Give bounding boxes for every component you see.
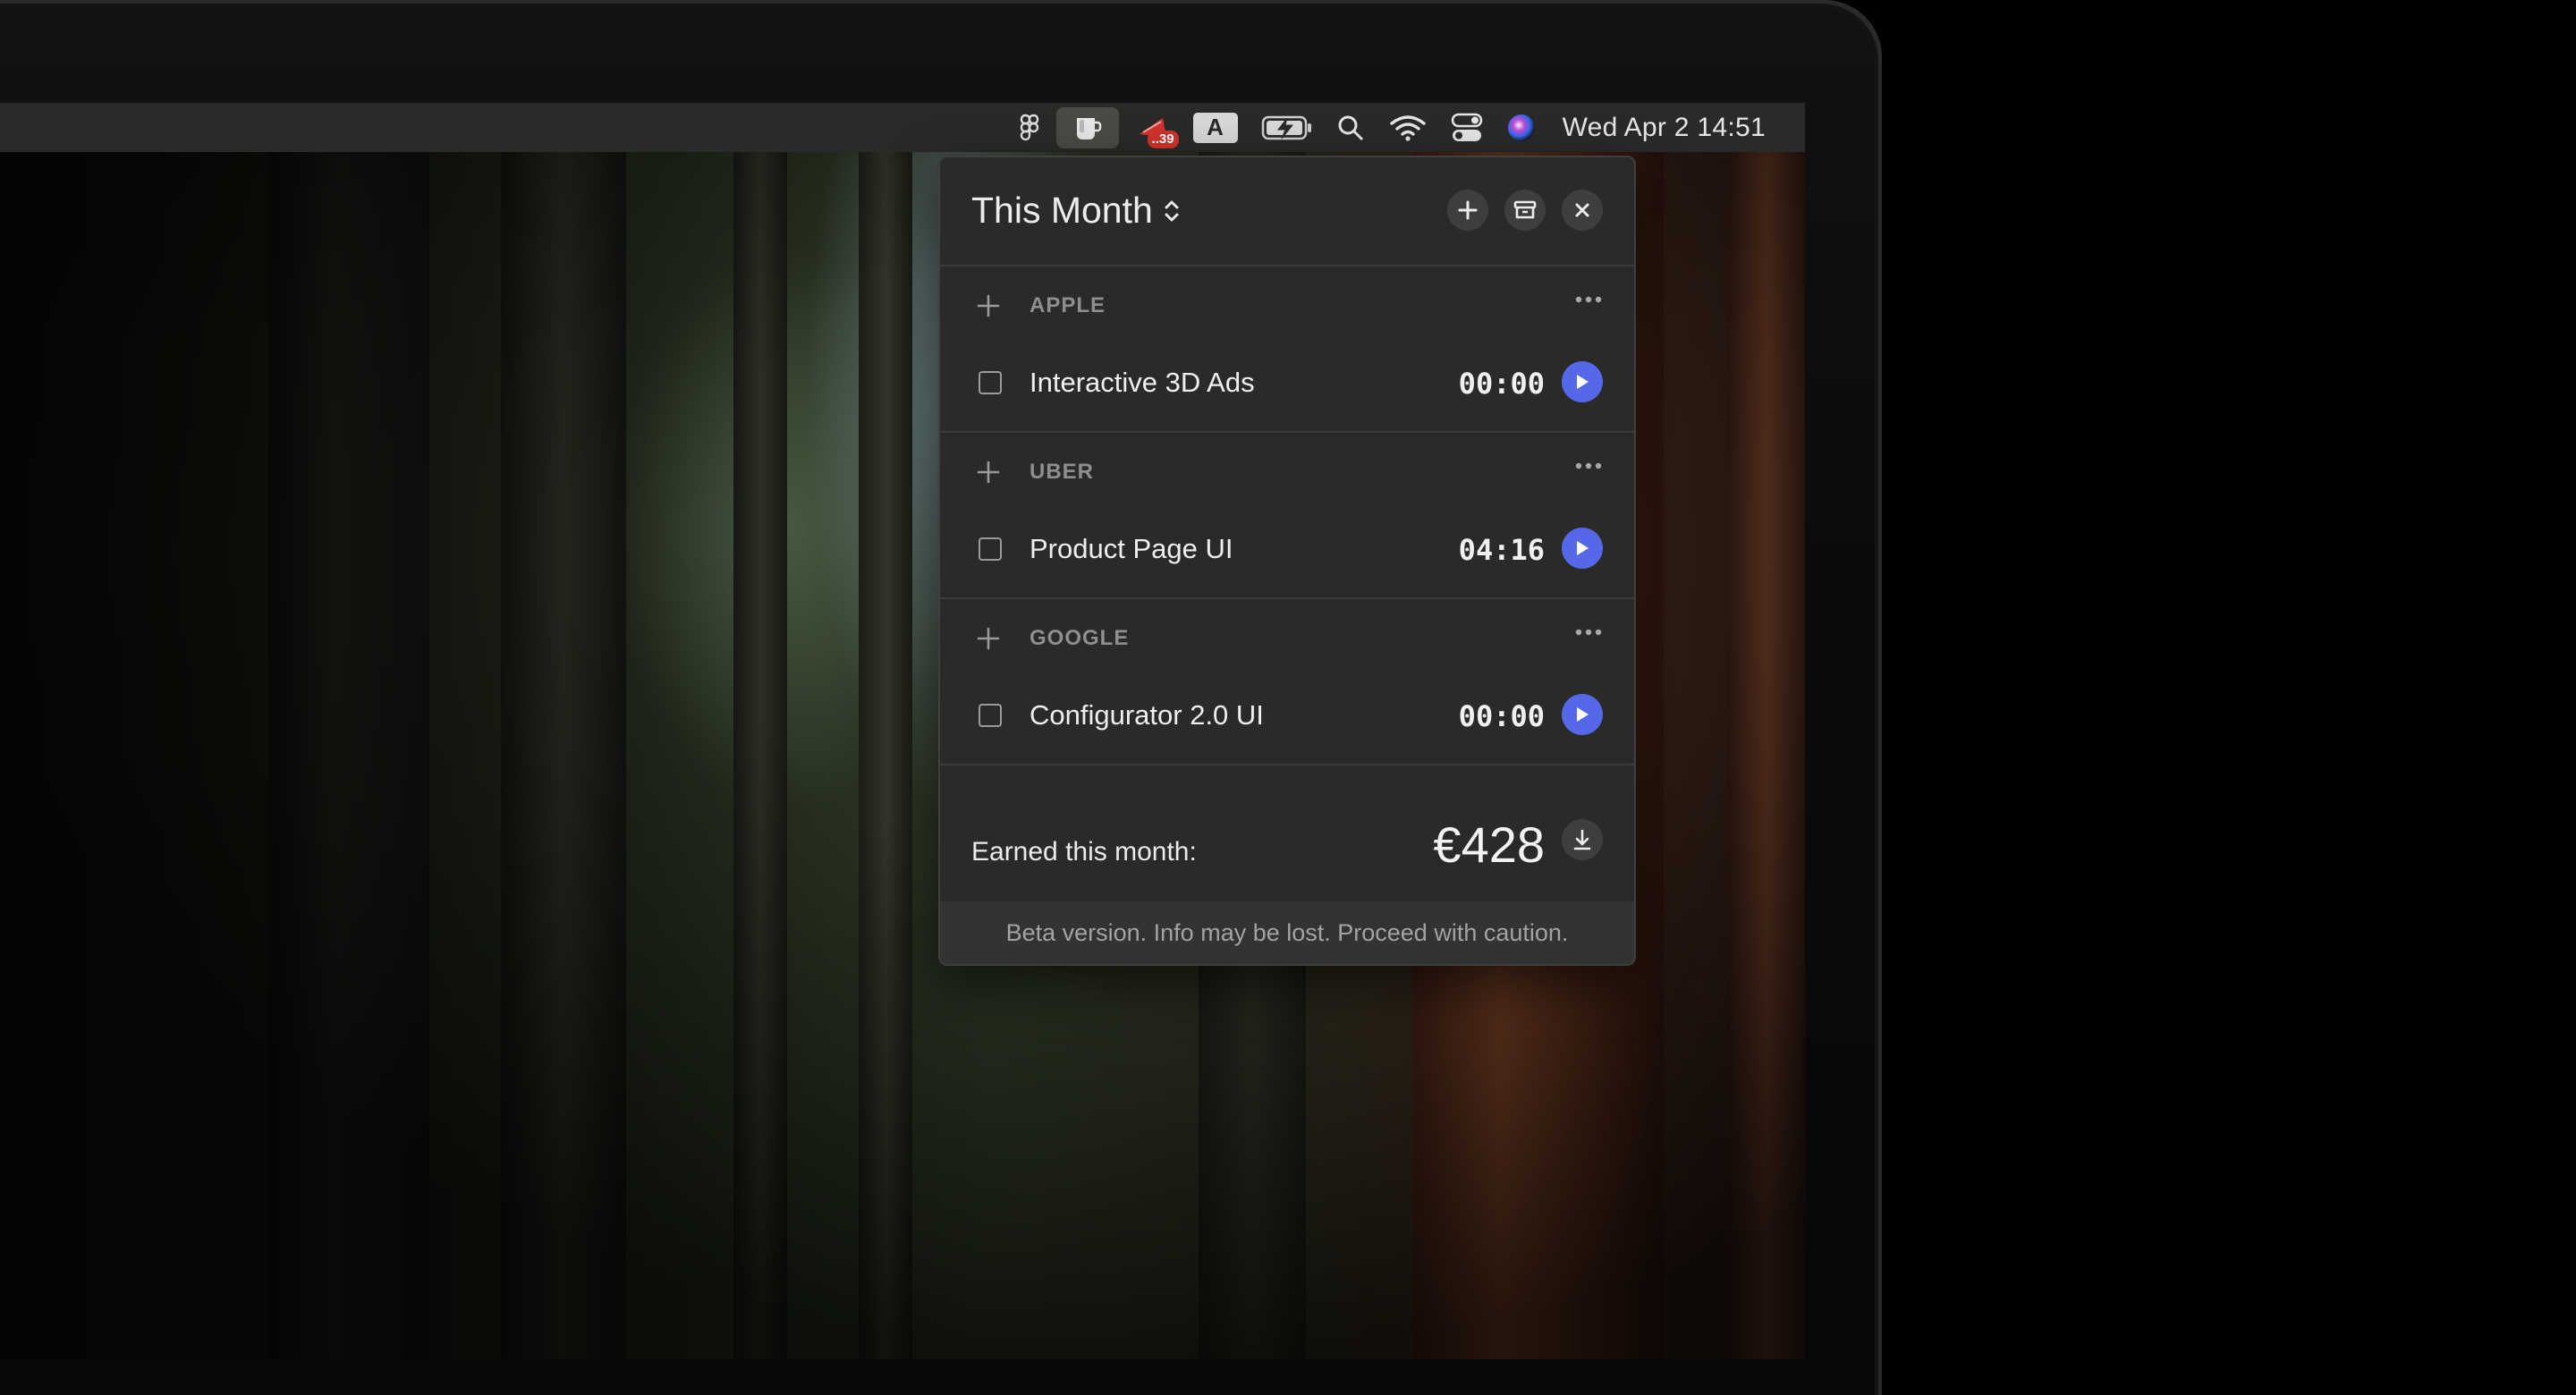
- battery-charging-icon[interactable]: [1261, 103, 1313, 152]
- period-selector[interactable]: This Month: [971, 190, 1182, 232]
- notification-app-icon[interactable]: ..39: [1136, 103, 1179, 152]
- earned-amount: €428: [1433, 816, 1545, 873]
- add-task-plus-icon[interactable]: [976, 626, 1001, 651]
- task-row: Configurator 2.0 UI 00:00: [940, 680, 1634, 760]
- notification-badge: ..39: [1147, 131, 1179, 148]
- period-title: This Month: [971, 190, 1153, 231]
- project-name: GOOGLE: [1030, 626, 1130, 650]
- project-group-uber: UBER Product Page UI 04:16: [940, 433, 1634, 599]
- beta-warning: Beta version. Info may be lost. Proceed …: [940, 901, 1634, 964]
- font-indicator-label: A: [1192, 112, 1238, 143]
- font-a-icon[interactable]: A: [1192, 103, 1238, 152]
- task-timer: 04:16: [1458, 533, 1545, 567]
- task-checkbox[interactable]: [979, 537, 1002, 561]
- project-group-header: UBER: [940, 433, 1634, 513]
- task-name: Configurator 2.0 UI: [1030, 699, 1264, 731]
- project-name: UBER: [1030, 460, 1095, 484]
- play-icon: [1577, 375, 1589, 389]
- menu-bar-clock[interactable]: Wed Apr 2 14:51: [1563, 113, 1766, 143]
- start-timer-button[interactable]: [1562, 694, 1603, 735]
- search-icon[interactable]: [1336, 103, 1365, 152]
- task-checkbox[interactable]: [979, 704, 1002, 727]
- start-timer-button[interactable]: [1562, 528, 1603, 569]
- more-options-icon[interactable]: [1575, 462, 1602, 469]
- time-tracker-popover: This Month APPLE Interactive 3D Ads 00:0…: [938, 156, 1636, 966]
- project-group-header: GOOGLE: [940, 599, 1634, 680]
- menu-bar: ..39 A Wed Apr 2 14:51: [0, 103, 1805, 152]
- siri-icon[interactable]: [1506, 103, 1537, 152]
- more-options-icon[interactable]: [1575, 296, 1602, 303]
- close-icon: [1575, 203, 1589, 217]
- project-group-apple: APPLE Interactive 3D Ads 00:00: [940, 266, 1634, 433]
- project-group-header: APPLE: [940, 266, 1634, 347]
- add-task-plus-icon[interactable]: [976, 460, 1001, 485]
- task-row: Product Page UI 04:16: [940, 513, 1634, 594]
- play-icon: [1577, 541, 1589, 555]
- play-icon: [1577, 707, 1589, 722]
- task-name: Product Page UI: [1030, 533, 1233, 564]
- task-timer: 00:00: [1458, 367, 1545, 401]
- task-name: Interactive 3D Ads: [1030, 367, 1255, 398]
- add-project-button[interactable]: [1447, 190, 1488, 231]
- task-checkbox[interactable]: [979, 371, 1002, 394]
- task-row: Interactive 3D Ads 00:00: [940, 347, 1634, 427]
- plus-icon: [1458, 200, 1478, 220]
- add-task-plus-icon[interactable]: [976, 293, 1001, 318]
- control-center-icon[interactable]: [1451, 103, 1483, 152]
- popover-header: This Month: [940, 157, 1634, 266]
- coffee-cup-icon[interactable]: [1055, 106, 1119, 148]
- more-options-icon[interactable]: [1575, 629, 1602, 636]
- project-group-google: GOOGLE Configurator 2.0 UI 00:00: [940, 599, 1634, 765]
- earned-label: Earned this month:: [971, 837, 1197, 867]
- task-timer: 00:00: [1458, 699, 1545, 733]
- chevron-up-down-icon: [1165, 200, 1179, 221]
- export-button[interactable]: [1562, 819, 1603, 860]
- wifi-icon[interactable]: [1388, 103, 1428, 152]
- close-button[interactable]: [1562, 190, 1603, 231]
- archive-box-icon: [1513, 200, 1537, 219]
- archive-button[interactable]: [1504, 190, 1546, 231]
- figma-icon[interactable]: [1020, 103, 1039, 152]
- download-icon: [1573, 829, 1591, 850]
- project-name: APPLE: [1030, 293, 1106, 317]
- start-timer-button[interactable]: [1562, 361, 1603, 402]
